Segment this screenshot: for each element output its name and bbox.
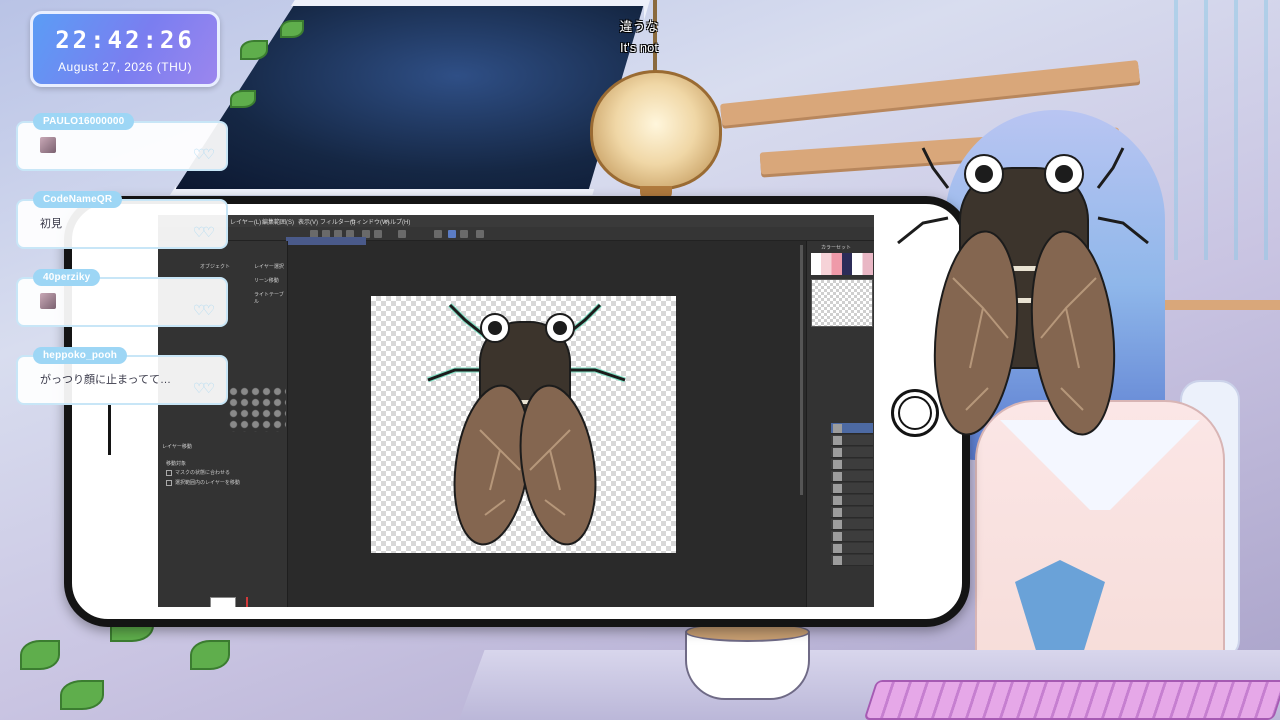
hanging-lamp (590, 70, 722, 190)
chat-username: CodeNameQR (33, 191, 123, 208)
panel-label: ライトテーブル (254, 292, 284, 305)
navigator-marker (246, 597, 248, 607)
hearts-icon: ♡♡ (192, 380, 215, 396)
plant-leaf (20, 640, 60, 670)
subtitle: 違うな It's not (608, 16, 670, 58)
layer-row[interactable] (831, 447, 873, 458)
toolbar (158, 227, 874, 241)
navigator-thumbnail[interactable] (210, 597, 236, 607)
phone-edge-line (108, 405, 111, 455)
tool-button-active[interactable] (448, 230, 456, 238)
clock-date: August 27, 2026 (THU) (58, 60, 192, 74)
plant-leaf (240, 40, 268, 60)
tool-button[interactable] (434, 230, 442, 238)
option-checkbox[interactable]: マスクの状態に合わせる (166, 469, 286, 476)
menu-layer[interactable]: レイヤー(L) (230, 217, 261, 226)
chat-text: 初見 (40, 218, 62, 230)
layer-row[interactable] (831, 459, 873, 470)
cicada-drawing (427, 303, 626, 546)
cicada-on-face (897, 147, 1149, 436)
color-set-grid[interactable] (811, 279, 873, 327)
hearts-icon: ♡♡ (192, 224, 215, 240)
tool-button[interactable] (476, 230, 484, 238)
emoji-icon (40, 293, 56, 309)
hearts-icon: ♡♡ (192, 302, 215, 318)
color-swatches[interactable] (811, 253, 873, 275)
chat-message: 40perziky ♡♡ (16, 269, 228, 331)
plant-leaf (280, 20, 304, 38)
layer-row[interactable] (831, 507, 873, 518)
layer-row[interactable] (831, 483, 873, 494)
plant-leaf (60, 680, 104, 710)
clock-widget: 22:42:26 August 27, 2026 (THU) (30, 11, 220, 87)
plant-leaf (190, 640, 230, 670)
tool-button[interactable] (460, 230, 468, 238)
layer-row[interactable] (831, 543, 873, 554)
layer-row[interactable] (831, 435, 873, 446)
chat-username: heppoko_pooh (33, 347, 128, 364)
menu-selection[interactable]: 編集範囲(S) (262, 217, 294, 226)
emoji-icon (40, 137, 56, 153)
menu-view[interactable]: 表示(V) (298, 217, 318, 226)
layer-row[interactable] (831, 471, 873, 482)
chat-message: CodeNameQR 初見 ♡♡ (16, 191, 228, 253)
chat-message: PAULO16000000 ♡♡ (16, 113, 228, 175)
brush-preset-grid[interactable] (228, 386, 286, 432)
layer-panel: カラーセット (806, 241, 874, 607)
color-set-title: カラーセット (821, 245, 852, 251)
option-checkbox[interactable]: 選択範囲内のレイヤーを移動 (166, 479, 286, 486)
layer-row[interactable] (831, 495, 873, 506)
layer-row[interactable] (831, 531, 873, 542)
keyboard (863, 680, 1280, 720)
canvas-scrollbar[interactable] (800, 245, 803, 495)
clock-time: 22:42:26 (55, 26, 195, 54)
redo-icon[interactable] (374, 230, 382, 238)
hearts-icon: ♡♡ (192, 146, 215, 162)
subtool-title: レイヤー移動 (162, 444, 192, 450)
plant-leaf (230, 90, 256, 108)
layer-row[interactable] (831, 423, 873, 434)
panel-label: リーン移動 (254, 278, 279, 284)
chat-username: PAULO16000000 (33, 113, 135, 130)
subtitle-line-ja: 違うな (619, 19, 659, 34)
menu-help[interactable]: ヘルプ(H) (384, 217, 410, 226)
tool-button[interactable] (398, 230, 406, 238)
crystal-curtain (1160, 0, 1280, 260)
wall-shelf (1150, 300, 1280, 310)
layer-row[interactable] (831, 519, 873, 530)
layer-row[interactable] (831, 555, 873, 566)
move-target-label: 移動対象 (166, 461, 187, 467)
menu-bar: レイヤー(L) 編集範囲(S) 表示(V) フィルター(I) ウィンドウ(W) … (158, 215, 874, 227)
panel-label: レイヤー選択 (254, 264, 284, 270)
canvas-tab[interactable] (286, 237, 366, 245)
chat-message: heppoko_pooh がっつり顔に止まってて… ♡♡ (16, 347, 228, 409)
chat-text: がっつり顔に止まってて… (40, 374, 172, 386)
subtitle-line-en: It's not (620, 40, 658, 55)
chat-username: 40perziky (33, 269, 101, 286)
